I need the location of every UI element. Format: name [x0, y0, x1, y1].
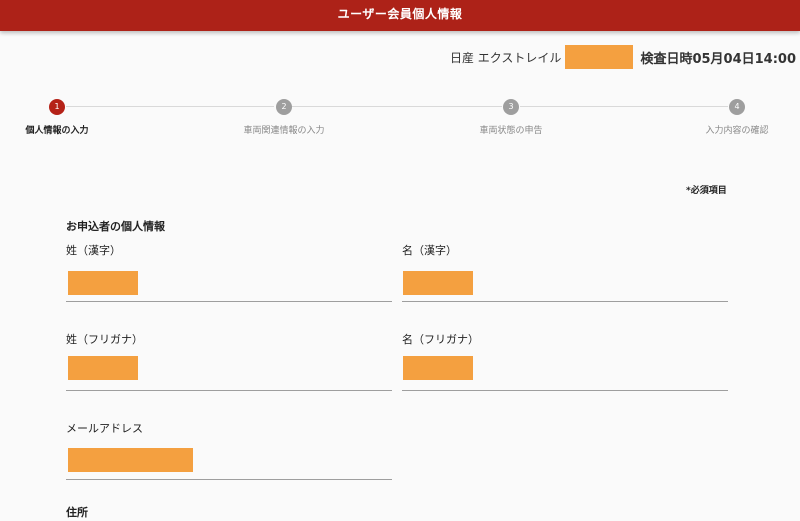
last-name-kanji-label: 姓（漢字）: [66, 244, 121, 257]
step-4-label: 入力内容の確認: [705, 126, 769, 136]
first-name-kanji-underline: [402, 301, 728, 302]
last-name-kanji-input[interactable]: [68, 271, 138, 295]
step-connector: [66, 106, 274, 107]
first-name-kanji-label: 名（漢字）: [402, 244, 457, 257]
required-fields-note: *必須項目: [686, 186, 727, 196]
step-2-indicator: 2: [276, 99, 292, 115]
step-connector: [292, 106, 502, 107]
step-3-label: 車両状態の申告: [479, 126, 543, 136]
step-1-indicator: 1: [49, 99, 65, 115]
progress-stepper: 1 2 3 4 個人情報の入力 車両関連情報の入力 車両状態の申告 入力内容の確…: [0, 96, 800, 146]
first-name-kanji-input[interactable]: [403, 271, 473, 295]
vehicle-name: 日産 エクストレイル: [449, 50, 562, 65]
step-2-label: 車両関連情報の入力: [243, 126, 325, 136]
step-connector: [520, 106, 728, 107]
vehicle-info-bar: 日産 エクストレイル 検査日時05月04日14:00: [450, 44, 796, 70]
step-4-indicator: 4: [729, 99, 745, 115]
last-name-kanji-underline: [66, 301, 392, 302]
last-name-kana-underline: [66, 390, 392, 391]
first-name-kana-input[interactable]: [403, 356, 473, 380]
page-title: ユーザー会員個人情報: [337, 7, 463, 21]
address-section-title: 住所: [66, 506, 88, 519]
email-input[interactable]: [68, 448, 193, 472]
inspection-datetime: 検査日時05月04日14:00: [640, 51, 796, 67]
last-name-kana-input[interactable]: [68, 356, 138, 380]
email-label: メールアドレス: [66, 422, 143, 435]
email-underline: [66, 479, 392, 480]
redacted-vehicle-detail: [565, 45, 634, 69]
step-3-indicator: 3: [503, 99, 519, 115]
first-name-kana-underline: [402, 390, 728, 391]
last-name-kana-label: 姓（フリガナ）: [66, 333, 143, 346]
applicant-section-title: お申込者の個人情報: [66, 220, 165, 233]
step-1-label: 個人情報の入力: [25, 126, 89, 136]
app-header: ユーザー会員個人情報: [0, 0, 800, 31]
first-name-kana-label: 名（フリガナ）: [402, 333, 479, 346]
